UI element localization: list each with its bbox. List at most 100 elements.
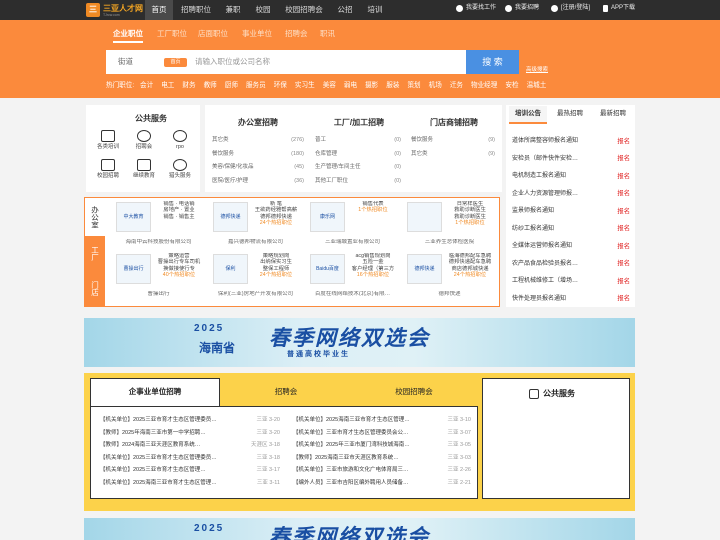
company-tab-office[interactable]: 办公室 (85, 198, 105, 236)
hot-job-link[interactable]: 迁务 (450, 82, 463, 90)
service-rpo[interactable]: rpo (162, 130, 198, 151)
signup-link[interactable]: 报名 (617, 295, 630, 303)
nav-campus[interactable]: 校园 (249, 0, 277, 20)
hot-job-link[interactable]: 会计 (140, 82, 153, 90)
service-campus[interactable]: 校园招聘 (90, 158, 126, 180)
hot-job-link[interactable]: 财务 (182, 82, 195, 90)
info-row-title[interactable]: 全媒体运营师报名通知 (512, 243, 572, 250)
company-jobs[interactable]: 新 笔王欲药经雅帮高薪 德邦德邦快递 24个热招职位 (252, 201, 300, 226)
search-tab-news[interactable]: 职讯 (320, 29, 335, 38)
job-row[interactable]: 【机关单位】2025三亚市育才生态区管理委员… 三亚 3-20 (100, 414, 280, 427)
job-title-link[interactable]: 【教师】2025海南三亚市天涯区教育系统… (293, 455, 399, 462)
search-tab-public[interactable]: 事业单位 (242, 29, 272, 38)
nav-campus-fair[interactable]: 校园招聘会 (279, 0, 329, 20)
service-training[interactable]: 各类培训 (90, 130, 126, 151)
company-job-line[interactable]: 40个热招职位 (155, 272, 203, 278)
info-row[interactable]: 监景师报名通知 报名 (512, 203, 630, 221)
company-name[interactable]: 三亚瑞城置业有限公司 (304, 239, 401, 246)
hot-job-link[interactable]: 服装 (386, 82, 399, 90)
company-logo[interactable] (407, 202, 442, 232)
info-row[interactable]: 电机制造工报名通知 报名 (512, 168, 630, 186)
tab-new-jobs[interactable]: 最新招聘 (592, 110, 634, 118)
job-title-link[interactable]: 【机关单位】2025年三亚市厦门湾科技城海南… (293, 442, 410, 449)
company-logo[interactable]: Baidu百度 (310, 254, 345, 284)
hot-job-link[interactable]: 厨师 (225, 82, 238, 90)
search-tab-factory[interactable]: 工厂职位 (157, 29, 187, 38)
info-row-title[interactable]: 纺纱工报名通知 (512, 226, 554, 233)
company-jobs[interactable]: 销售代表 1个热招职位 (349, 201, 397, 214)
hot-job-link[interactable]: 物业经理 (471, 82, 497, 90)
job-title-link[interactable]: 【机关单位】三亚市旅游和文化广电体育局三… (293, 467, 409, 474)
hire-link[interactable]: 我要招聘 (505, 5, 539, 13)
list-item[interactable]: 生产管理/车间主任 (0) (315, 161, 401, 175)
company-tab-factory[interactable]: 工厂 (85, 236, 105, 270)
company-logo[interactable]: 曹操出行 (116, 254, 151, 284)
nav-jobs[interactable]: 招聘职位 (176, 0, 216, 20)
company-job-line[interactable]: 24个热招职位 (252, 272, 300, 278)
company-name[interactable]: 三亚养生总体检医院 (401, 239, 498, 246)
login-link[interactable]: [注册/登陆] (551, 5, 590, 13)
list-item[interactable]: 其它类 (9) (411, 148, 495, 162)
job-title-link[interactable]: 【机关单位】2025海南三亚市育才生态区管理… (100, 480, 217, 487)
info-row-title[interactable]: 监景师报名通知 (512, 208, 554, 215)
company-job-line[interactable]: 24个热招职位 (446, 272, 494, 278)
company-name[interactable]: 德邦快递 (401, 291, 498, 298)
job-title-link[interactable]: 【教师】2025年海南三亚市第一中学招聘… (100, 430, 206, 437)
job-title-link[interactable]: 【机关单位】2025三亚市育才生态区管理委员… (100, 455, 217, 462)
hot-job-link[interactable]: 策划 (407, 82, 420, 90)
office-title[interactable]: 办公室招聘 (210, 118, 306, 128)
info-row-title[interactable]: 道体所腐整容师报名通知 (512, 138, 578, 145)
info-row[interactable]: 农产品食品检验员报名… 报名 (512, 256, 630, 274)
hot-job-link[interactable]: 弱电 (344, 82, 357, 90)
hot-job-link[interactable]: 摄影 (365, 82, 378, 90)
job-row[interactable]: 【教师】2025海南三亚市天涯区教育系统… 三亚 3-03 (293, 452, 471, 465)
company-job-line[interactable]: 1个热招职位 (349, 207, 397, 213)
find-job-link[interactable]: 我要找工作 (456, 5, 496, 13)
list-item[interactable]: 仓库管理 (0) (315, 148, 401, 162)
company-jobs[interactable]: 销售 · 电话销 房地产 · 置业 销售 · 销售主 (155, 201, 203, 220)
area-dropdown[interactable]: 街道 (118, 57, 133, 66)
nav-home[interactable]: 首页 (145, 0, 173, 20)
company-job-line[interactable]: 销售 · 销售主 (155, 214, 203, 220)
info-row-title[interactable]: 企业人力资源管理师报… (512, 191, 578, 198)
list-item[interactable]: 美容/保健/化妆品 (45) (212, 161, 304, 175)
company-logo[interactable]: 康乐网 (310, 202, 345, 232)
tab-hot-jobs[interactable]: 最热招聘 (549, 110, 591, 118)
site-logo[interactable]: 三 (86, 3, 100, 17)
company-name[interactable]: 百度在线网络技术(北京)有限… (304, 291, 401, 298)
company-jobs[interactable]: 临海德邦配车急聘 德邦快递配车急聘 商店德邦城快递 24个热招职位 (446, 253, 494, 278)
factory-title[interactable]: 工厂/加工招聘 (311, 118, 407, 128)
info-row[interactable]: 快件处理员报名通知 报名 (512, 291, 630, 309)
job-row[interactable]: 【教师】2025年海南三亚市第一中学招聘… 三亚 3-20 (100, 427, 280, 440)
job-row[interactable]: 【机关单位】2025三亚市育才生态区管理… 三亚 3-17 (100, 464, 280, 477)
info-row[interactable]: 全媒体运营师报名通知 报名 (512, 238, 630, 256)
job-title-link[interactable]: 【机关单位】三亚市育才生态区管理委员会公… (293, 430, 409, 437)
info-row-title[interactable]: 电机制造工报名通知 (512, 173, 566, 180)
signup-link[interactable]: 报名 (617, 173, 630, 181)
advanced-search-link[interactable]: 高级搜索 (526, 67, 548, 74)
company-logo[interactable]: 德邦快递 (213, 202, 248, 232)
company-name[interactable]: 保利(三亚)房地产开发有限公司 (207, 291, 304, 298)
info-row[interactable]: 企业人力资源管理师报… 报名 (512, 186, 630, 204)
company-jobs[interactable]: 策略运营 曹操出行专车司机 换做接使行专 40个热招职位 (155, 253, 203, 278)
store-title[interactable]: 门店商铺招聘 (408, 118, 500, 128)
tab-job-fair[interactable]: 招聘会 (224, 378, 348, 405)
nav-parttime[interactable]: 兼职 (219, 0, 247, 20)
list-item[interactable]: 其他工厂职位 (0) (315, 175, 401, 189)
job-row[interactable]: 【机关单位】三亚市旅游和文化广电体育局三… 三亚 2-26 (293, 464, 471, 477)
service-continuing-edu[interactable]: 继续教育 (126, 158, 162, 180)
info-row[interactable]: 道体所腐整容师报名通知 报名 (512, 133, 630, 151)
signup-link[interactable]: 报名 (617, 243, 630, 251)
company-name[interactable]: 海南中云科技股份有限公司 (110, 239, 207, 246)
service-fair[interactable]: 招聘会 (126, 130, 162, 151)
company-job-line[interactable]: 王欲药经雅帮高薪 (252, 207, 300, 213)
search-button[interactable]: 搜 索 (466, 50, 519, 74)
search-tab-company[interactable]: 企业职位 (113, 29, 143, 43)
job-row[interactable]: 【机关单位】2025海南三亚市育才生态区管理… 三亚 3-11 (100, 477, 280, 490)
company-job-line[interactable]: 16个热招职位 (349, 272, 397, 278)
info-row-title[interactable]: 快件处理员报名通知 (512, 296, 566, 303)
hot-job-link[interactable]: 实习生 (295, 82, 315, 90)
company-jobs[interactable]: 策略规划岗 出纳保实习生 整保工程师 24个热招职位 (252, 253, 300, 278)
company-name[interactable]: 嘉兴德邦物流有限公司 (207, 239, 304, 246)
hot-job-link[interactable]: 美容 (323, 82, 336, 90)
